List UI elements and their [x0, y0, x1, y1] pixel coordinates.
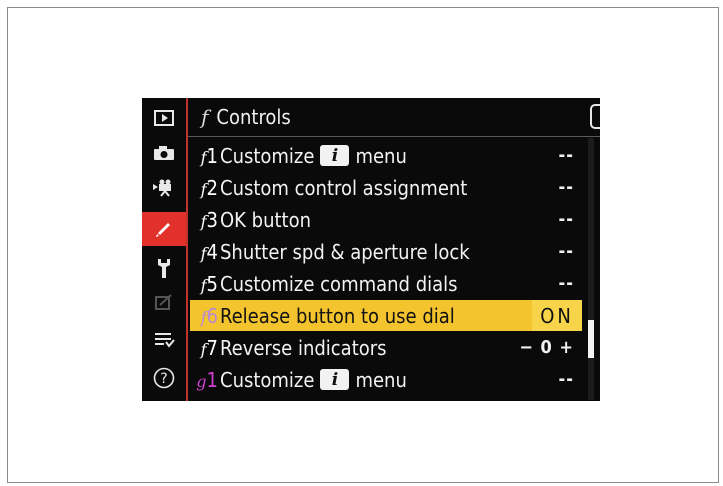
menu-title-bar: f Controls: [188, 98, 600, 137]
row-label: Customize i menu: [220, 143, 407, 168]
my-menu-icon[interactable]: [142, 324, 186, 356]
row-code: f6: [200, 303, 218, 328]
menu-row-f1[interactable]: f1 Customize i menu --: [190, 140, 582, 171]
menu-row-f7[interactable]: f7 Reverse indicators − 0 +: [190, 332, 582, 363]
row-value: --: [558, 177, 574, 198]
movie-camera-icon[interactable]: [142, 172, 186, 204]
section-code: f: [201, 105, 209, 129]
menu-sidebar: ?: [142, 98, 186, 401]
retouch-icon[interactable]: [142, 286, 186, 318]
svg-text:?: ?: [160, 371, 167, 387]
menu-row-f6-selected[interactable]: f6 Release button to use dial ON: [190, 300, 582, 331]
i-menu-badge: i: [320, 369, 350, 390]
scrollbar-thumb[interactable]: [588, 320, 594, 358]
row-value: − 0 +: [519, 337, 574, 358]
page-title: f Controls: [201, 102, 291, 132]
menu-row-f3[interactable]: f3 OK button --: [190, 204, 582, 235]
playback-icon[interactable]: [142, 102, 186, 134]
row-value: --: [558, 273, 574, 294]
row-label: Shutter spd & aperture lock: [220, 239, 470, 264]
row-code: f1: [200, 143, 218, 168]
row-value: ON: [532, 300, 582, 331]
page-title-text: Controls: [216, 105, 291, 129]
i-menu-badge: i: [320, 145, 350, 166]
row-value: --: [558, 369, 574, 390]
sidebar-divider: [186, 98, 188, 401]
row-code: f2: [200, 175, 218, 200]
menu-row-g1[interactable]: g1 Customize i menu --: [190, 364, 582, 395]
row-code: f3: [200, 207, 218, 232]
help-icon[interactable]: ?: [142, 362, 186, 394]
row-value: --: [558, 145, 574, 166]
row-code: f4: [200, 239, 218, 264]
wrench-icon[interactable]: [142, 252, 186, 284]
camera-icon[interactable]: [142, 137, 186, 169]
row-code: f7: [200, 335, 218, 360]
pencil-icon[interactable]: [142, 212, 186, 246]
row-label: Customize i menu: [220, 367, 407, 392]
row-code: g1: [196, 367, 218, 392]
row-value: --: [558, 241, 574, 262]
row-code: f5: [200, 271, 218, 296]
back-button[interactable]: [590, 104, 600, 129]
row-label: Release button to use dial: [220, 303, 455, 328]
menu-row-f5[interactable]: f5 Customize command dials --: [190, 268, 582, 299]
row-value: --: [558, 209, 574, 230]
menu-row-f4[interactable]: f4 Shutter spd & aperture lock --: [190, 236, 582, 267]
scrollbar-track[interactable]: [588, 138, 594, 400]
camera-menu-screen: ? f Controls f1 Customize i menu -- f2 Cus…: [142, 98, 600, 401]
menu-row-f2[interactable]: f2 Custom control assignment --: [190, 172, 582, 203]
row-label: Custom control assignment: [220, 175, 468, 200]
row-label: OK button: [220, 207, 312, 232]
row-label: Customize command dials: [220, 271, 458, 296]
